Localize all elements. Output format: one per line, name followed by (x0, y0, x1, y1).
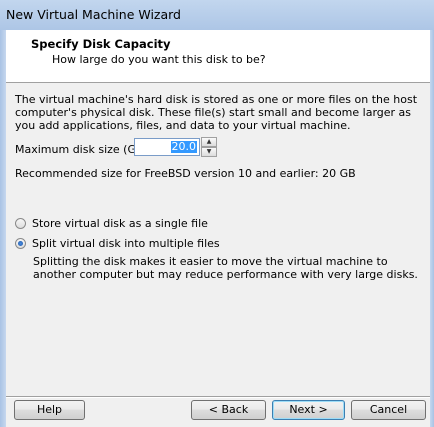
split-file-label[interactable]: Split virtual disk into multiple files (32, 237, 220, 250)
max-disk-size-label: Maximum disk size (GB): (15, 143, 152, 156)
wizard-header: Specify Disk Capacity How large do you w… (6, 30, 430, 83)
help-button[interactable]: Help (14, 400, 85, 420)
split-file-radio[interactable] (15, 238, 26, 249)
disk-size-spinner: ▲ ▼ (201, 137, 217, 157)
cancel-button[interactable]: Cancel (351, 400, 426, 420)
window-frame-right (430, 30, 434, 427)
title-bar: New Virtual Machine Wizard (0, 0, 434, 31)
recommended-size-text: Recommended size for FreeBSD version 10 … (15, 167, 356, 180)
max-disk-size-input[interactable]: 20.0 (134, 138, 200, 156)
wizard-client-area: Specify Disk Capacity How large do you w… (6, 30, 430, 427)
back-button[interactable]: < Back (191, 400, 266, 420)
max-disk-size-value: 20.0 (170, 140, 197, 153)
spin-down-arrow-icon[interactable]: ▼ (201, 147, 217, 157)
single-file-label[interactable]: Store virtual disk as a single file (32, 217, 208, 230)
page-title: Specify Disk Capacity (31, 37, 171, 51)
window-title: New Virtual Machine Wizard (6, 7, 181, 22)
split-description: Splitting the disk makes it easier to mo… (33, 255, 418, 281)
disk-description: The virtual machine's hard disk is store… (15, 93, 418, 132)
spin-up-arrow-icon[interactable]: ▲ (201, 137, 217, 147)
single-file-radio[interactable] (15, 218, 26, 229)
button-divider (6, 396, 430, 398)
next-button[interactable]: Next > (272, 400, 345, 420)
page-subtitle: How large do you want this disk to be? (52, 53, 266, 66)
